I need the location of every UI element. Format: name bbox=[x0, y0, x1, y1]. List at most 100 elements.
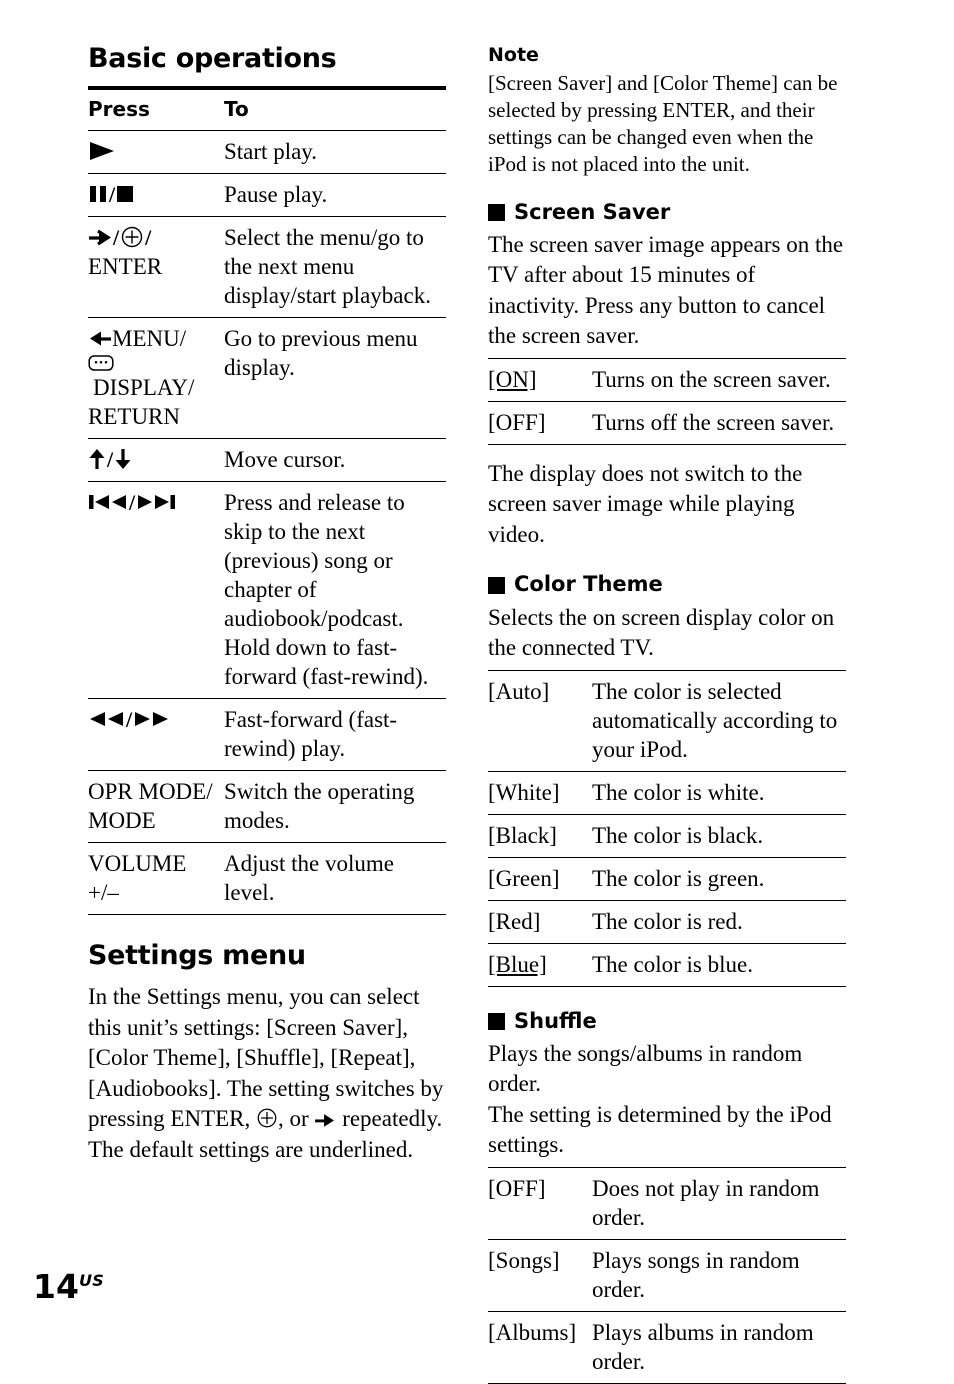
color-theme-heading-label: Color Theme bbox=[514, 572, 663, 597]
note-body: [Screen Saver] and [Color Theme] can be … bbox=[488, 70, 838, 176]
description-cell: Move cursor. bbox=[224, 438, 446, 482]
note-heading: Note bbox=[488, 44, 539, 66]
shuffle-intro: Plays the songs/albums in random order. … bbox=[488, 1040, 832, 1158]
square-bullet-icon bbox=[488, 576, 505, 594]
description-cell: Turns off the screen saver. bbox=[592, 401, 846, 445]
page-number-suffix: US bbox=[78, 1271, 105, 1290]
key-cell: / bbox=[88, 481, 224, 699]
table-row: [ON] Turns on the screen saver. bbox=[488, 357, 846, 402]
play-icon bbox=[88, 140, 116, 162]
settings-menu-title: Settings menu bbox=[88, 939, 306, 971]
table-row: VOLUME +/– Adjust the volume level. bbox=[88, 842, 446, 915]
option-cell: [ON] bbox=[488, 357, 592, 402]
skip-next-icon bbox=[136, 492, 176, 512]
table-row: Start play. bbox=[88, 130, 446, 174]
table-row: [OFF] Turns off the screen saver. bbox=[488, 401, 846, 445]
key-label-return: RETURN bbox=[88, 403, 180, 429]
separator-slash: / bbox=[107, 446, 114, 472]
arrow-right-icon bbox=[88, 227, 112, 247]
page-number-value: 14 bbox=[33, 1267, 79, 1306]
display-screen-icon bbox=[88, 353, 114, 373]
option-cell: [Green] bbox=[488, 857, 592, 901]
separator-slash: / bbox=[129, 489, 136, 515]
description-cell: Turns on the screen saver. bbox=[592, 357, 846, 402]
table-row: [Albums] Plays albums in random order. bbox=[488, 1311, 846, 1384]
description-cell: The color is green. bbox=[592, 857, 846, 901]
enter-circle-icon bbox=[256, 1107, 278, 1129]
left-column: Basic operations Press To Start play. / … bbox=[88, 44, 446, 1167]
page-title: Basic operations bbox=[88, 43, 337, 74]
enter-circle-icon bbox=[120, 225, 144, 249]
separator-slash: / bbox=[126, 706, 133, 732]
screen-saver-after-table: The display does not switch to the scree… bbox=[488, 460, 803, 547]
option-cell: [Red] bbox=[488, 900, 592, 944]
option-cell: [White] bbox=[488, 771, 592, 815]
skip-previous-icon bbox=[88, 492, 128, 512]
description-cell: The color is white. bbox=[592, 771, 846, 815]
key-label-display: DISPLAY/ bbox=[93, 374, 195, 400]
description-cell: Fast-forward (fast-rewind) play. bbox=[224, 698, 446, 771]
description-cell: The color is selected automatically acco… bbox=[592, 669, 846, 772]
color-theme-heading: Color Theme bbox=[488, 572, 846, 596]
description-cell: The color is red. bbox=[592, 900, 846, 944]
separator-slash: / bbox=[113, 224, 120, 250]
table-row: / Press and release to skip to the next … bbox=[88, 481, 446, 699]
description-cell: The color is black. bbox=[592, 814, 846, 858]
square-bullet-icon bbox=[488, 203, 505, 221]
key-cell bbox=[88, 130, 224, 174]
table-row: [Auto] The color is selected automatical… bbox=[488, 669, 846, 772]
shuffle-table: [OFF] Does not play in random order. [So… bbox=[488, 1166, 846, 1384]
table-row: / Pause play. bbox=[88, 173, 446, 217]
screen-saver-intro: The screen saver image appears on the TV… bbox=[488, 231, 844, 349]
description-cell: Press and release to skip to the next (p… bbox=[224, 481, 446, 699]
key-cell: / / ENTER bbox=[88, 216, 224, 318]
key-cell: VOLUME +/– bbox=[88, 842, 224, 915]
arrow-left-icon bbox=[88, 328, 112, 348]
description-cell: Start play. bbox=[224, 130, 446, 174]
option-cell: [Auto] bbox=[488, 669, 592, 772]
basic-operations-table: Press To Start play. / Pause play. / / E… bbox=[88, 85, 446, 915]
shuffle-heading-label: Shuffle bbox=[514, 1008, 597, 1033]
option-label-default: [Blue] bbox=[488, 951, 547, 977]
table-row: / Fast-forward (fast-rewind) play. bbox=[88, 698, 446, 771]
settings-menu-paragraph: In the Settings menu, you can select thi… bbox=[88, 982, 446, 1165]
document-page: Basic operations Press To Start play. / … bbox=[0, 0, 954, 1384]
option-cell: [OFF] bbox=[488, 401, 592, 445]
screen-saver-heading-label: Screen Saver bbox=[514, 199, 671, 224]
key-cell: / bbox=[88, 438, 224, 482]
option-cell: [Black] bbox=[488, 814, 592, 858]
key-cell: MENU/ DISPLAY/ RETURN bbox=[88, 317, 224, 439]
table-row: [Blue] The color is blue. bbox=[488, 943, 846, 987]
rewind-icon bbox=[88, 709, 125, 729]
description-cell: Does not play in random order. bbox=[592, 1166, 846, 1240]
description-cell: Go to previous menu display. bbox=[224, 317, 446, 439]
option-cell: [OFF] bbox=[488, 1166, 592, 1240]
settings-paragraph-part2: , or bbox=[278, 1106, 315, 1132]
table-row: [Black] The color is black. bbox=[488, 814, 846, 858]
right-column: Note [Screen Saver] and [Color Theme] ca… bbox=[488, 44, 846, 1384]
separator-slash: / bbox=[109, 181, 116, 207]
arrow-down-icon bbox=[114, 448, 132, 470]
description-cell: Adjust the volume level. bbox=[224, 842, 446, 915]
table-row: OPR MODE/ MODE Switch the operating mode… bbox=[88, 770, 446, 843]
description-cell: The color is blue. bbox=[592, 943, 846, 987]
table-row: MENU/ DISPLAY/ RETURN Go to previous men… bbox=[88, 317, 446, 439]
page-number: 14US bbox=[33, 1270, 104, 1303]
screen-saver-table: [ON] Turns on the screen saver. [OFF] Tu… bbox=[488, 357, 846, 445]
shuffle-heading: Shuffle bbox=[488, 1009, 846, 1033]
table-row: / / ENTER Select the menu/go to the next… bbox=[88, 216, 446, 318]
column-header-to: To bbox=[224, 85, 446, 131]
square-bullet-icon bbox=[488, 1012, 505, 1030]
option-cell: [Songs] bbox=[488, 1239, 592, 1312]
key-cell: OPR MODE/ MODE bbox=[88, 770, 224, 843]
column-header-press: Press bbox=[88, 85, 224, 131]
color-theme-intro: Selects the on screen display color on t… bbox=[488, 604, 835, 661]
description-cell: Plays songs in random order. bbox=[592, 1239, 846, 1312]
table-row: [Red] The color is red. bbox=[488, 900, 846, 944]
key-cell: / bbox=[88, 698, 224, 771]
option-cell: [Blue] bbox=[488, 943, 592, 987]
description-cell: Select the menu/go to the next menu disp… bbox=[224, 216, 446, 318]
description-cell: Pause play. bbox=[224, 173, 446, 217]
option-label-default: [ON] bbox=[488, 366, 537, 392]
table-row: [White] The color is white. bbox=[488, 771, 846, 815]
